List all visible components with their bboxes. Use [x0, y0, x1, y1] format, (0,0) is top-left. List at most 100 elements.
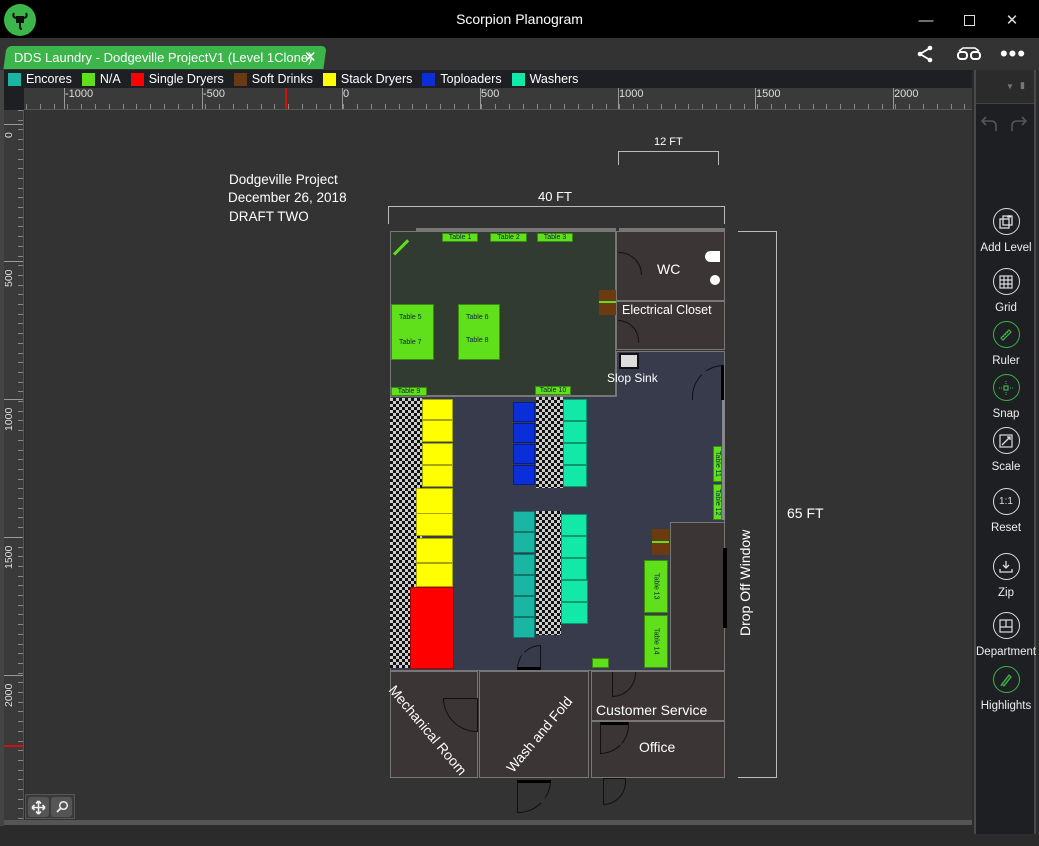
legend-item[interactable]: Toploaders [422, 72, 502, 86]
pan-button[interactable] [28, 797, 49, 817]
tool-scale[interactable]: Scale [976, 427, 1036, 473]
dimension-height-bracket [738, 231, 777, 778]
stack-dryer-unit[interactable] [422, 465, 453, 487]
encore-unit[interactable] [513, 511, 535, 532]
toploader-unit[interactable] [513, 423, 535, 443]
table[interactable]: Table 3 [537, 233, 573, 242]
glasses-icon [957, 47, 981, 60]
zoom-button[interactable] [51, 797, 72, 817]
more-icon: ••• [999, 41, 1027, 66]
legend-swatch [422, 72, 436, 86]
encore-unit[interactable] [513, 554, 535, 575]
document-tab-label[interactable]: DDS Laundry - Dodgeville ProjectV1 (Leve… [14, 50, 312, 65]
tool-departments[interactable]: Departments [976, 612, 1036, 658]
toploader-unit[interactable] [513, 444, 535, 464]
stack-dryer-unit[interactable] [422, 399, 453, 420]
horizontal-scrollbar[interactable] [4, 820, 972, 825]
legend-item[interactable]: Encores [8, 72, 72, 86]
table-group[interactable] [458, 304, 500, 360]
table[interactable]: Table 1 [442, 233, 478, 242]
washer-unit[interactable] [561, 558, 587, 580]
stack-dryer-unit[interactable] [422, 443, 453, 465]
ruler-tick [18, 187, 23, 189]
table[interactable]: Table 10 [535, 386, 571, 395]
legend-label: Single Dryers [148, 72, 224, 86]
ruler-tick [18, 362, 23, 364]
encore-unit[interactable] [513, 575, 535, 596]
table[interactable]: Table 14 [644, 615, 668, 668]
washer-unit[interactable] [561, 514, 587, 536]
legend-item[interactable]: Washers [511, 72, 578, 86]
tool-label: Departments [976, 646, 1036, 658]
encore-unit[interactable] [513, 596, 535, 617]
washer-unit[interactable] [561, 536, 587, 558]
washer-unit[interactable] [561, 580, 588, 602]
encore-unit[interactable] [513, 532, 535, 553]
washer-unit[interactable] [563, 443, 587, 465]
single-dryers-unit[interactable] [410, 587, 454, 669]
maximize-button[interactable] [955, 8, 983, 32]
vertical-scrollbar[interactable] [0, 70, 4, 832]
tool-snap[interactable]: Snap [976, 374, 1036, 420]
soft-drinks-machine[interactable] [599, 290, 616, 315]
table-label: Table 6 [466, 314, 489, 321]
planogram-canvas[interactable]: Dodgeville Project December 26, 2018 DRA… [25, 110, 972, 820]
table[interactable]: Table 2 [490, 233, 527, 242]
table-label: Table 8 [466, 337, 489, 344]
washer-unit[interactable] [561, 602, 588, 624]
tool-zip[interactable]: Zip [976, 553, 1036, 599]
small-table[interactable] [592, 658, 609, 668]
share-button[interactable] [914, 42, 936, 66]
wall-segment [722, 400, 725, 520]
pin-icon[interactable]: ▮ [1020, 80, 1025, 91]
stack-dryer-unit[interactable] [416, 563, 453, 587]
tool-grid[interactable]: Grid [976, 268, 1036, 314]
legend-item[interactable]: N/A [81, 72, 121, 86]
tool-highlights[interactable]: Highlights [976, 666, 1036, 712]
more-options-button[interactable]: ••• [998, 41, 1028, 66]
redo-button[interactable] [1008, 114, 1028, 139]
tab-close-button[interactable]: ✕ [304, 48, 317, 66]
tool-reset[interactable]: 1:1 Reset [976, 488, 1036, 534]
share-icon [917, 45, 933, 63]
toploader-unit[interactable] [513, 465, 535, 485]
toploader-unit[interactable] [513, 402, 535, 422]
table-group[interactable] [391, 304, 434, 360]
encore-unit[interactable] [513, 617, 535, 638]
panel-dropdown-icon[interactable]: ▼ [1006, 82, 1014, 91]
tool-add-level[interactable]: Add Level [976, 208, 1036, 254]
table[interactable]: Table 12 [713, 484, 722, 520]
washer-unit[interactable] [563, 421, 587, 443]
ruler-label: 2000 [894, 88, 919, 100]
tools-panel: ▼ ▮ Add Level Grid Ruler Snap Scale 1:1 Reset Z… [974, 70, 1036, 834]
ruler-tick [854, 104, 855, 109]
legend-item[interactable]: Soft Drinks [233, 72, 313, 86]
ruler-tick [881, 104, 883, 109]
ruler-tick [605, 104, 607, 109]
stack-dryer-unit[interactable] [422, 420, 453, 442]
table[interactable]: Table 11 [713, 446, 722, 482]
ruler-tick [67, 104, 69, 109]
legend-item[interactable]: Stack Dryers [322, 72, 412, 86]
ruler-tick [453, 104, 455, 109]
drop-off-window[interactable] [723, 548, 727, 628]
ruler-tick [18, 391, 23, 393]
table[interactable]: Table 13 [644, 560, 668, 613]
undo-button[interactable] [980, 114, 1000, 139]
toilet-icon [705, 251, 720, 262]
legend-item[interactable]: Single Dryers [130, 72, 224, 86]
table[interactable]: Table 9 [391, 387, 427, 396]
ruler-tick [343, 104, 345, 109]
tool-ruler[interactable]: Ruler [976, 321, 1036, 367]
room-wash-and-fold[interactable] [479, 671, 589, 778]
ruler-tick [177, 104, 179, 109]
stack-dryer-unit[interactable] [416, 513, 453, 536]
undo-icon [980, 116, 997, 131]
washer-unit[interactable] [563, 399, 587, 421]
close-window-button[interactable]: ✕ [998, 8, 1026, 32]
room-drop-off[interactable] [670, 522, 725, 671]
view-button[interactable] [955, 42, 983, 66]
washer-unit[interactable] [563, 465, 587, 487]
stack-dryer-unit[interactable] [416, 538, 453, 563]
minimize-button[interactable]: — [912, 8, 940, 32]
